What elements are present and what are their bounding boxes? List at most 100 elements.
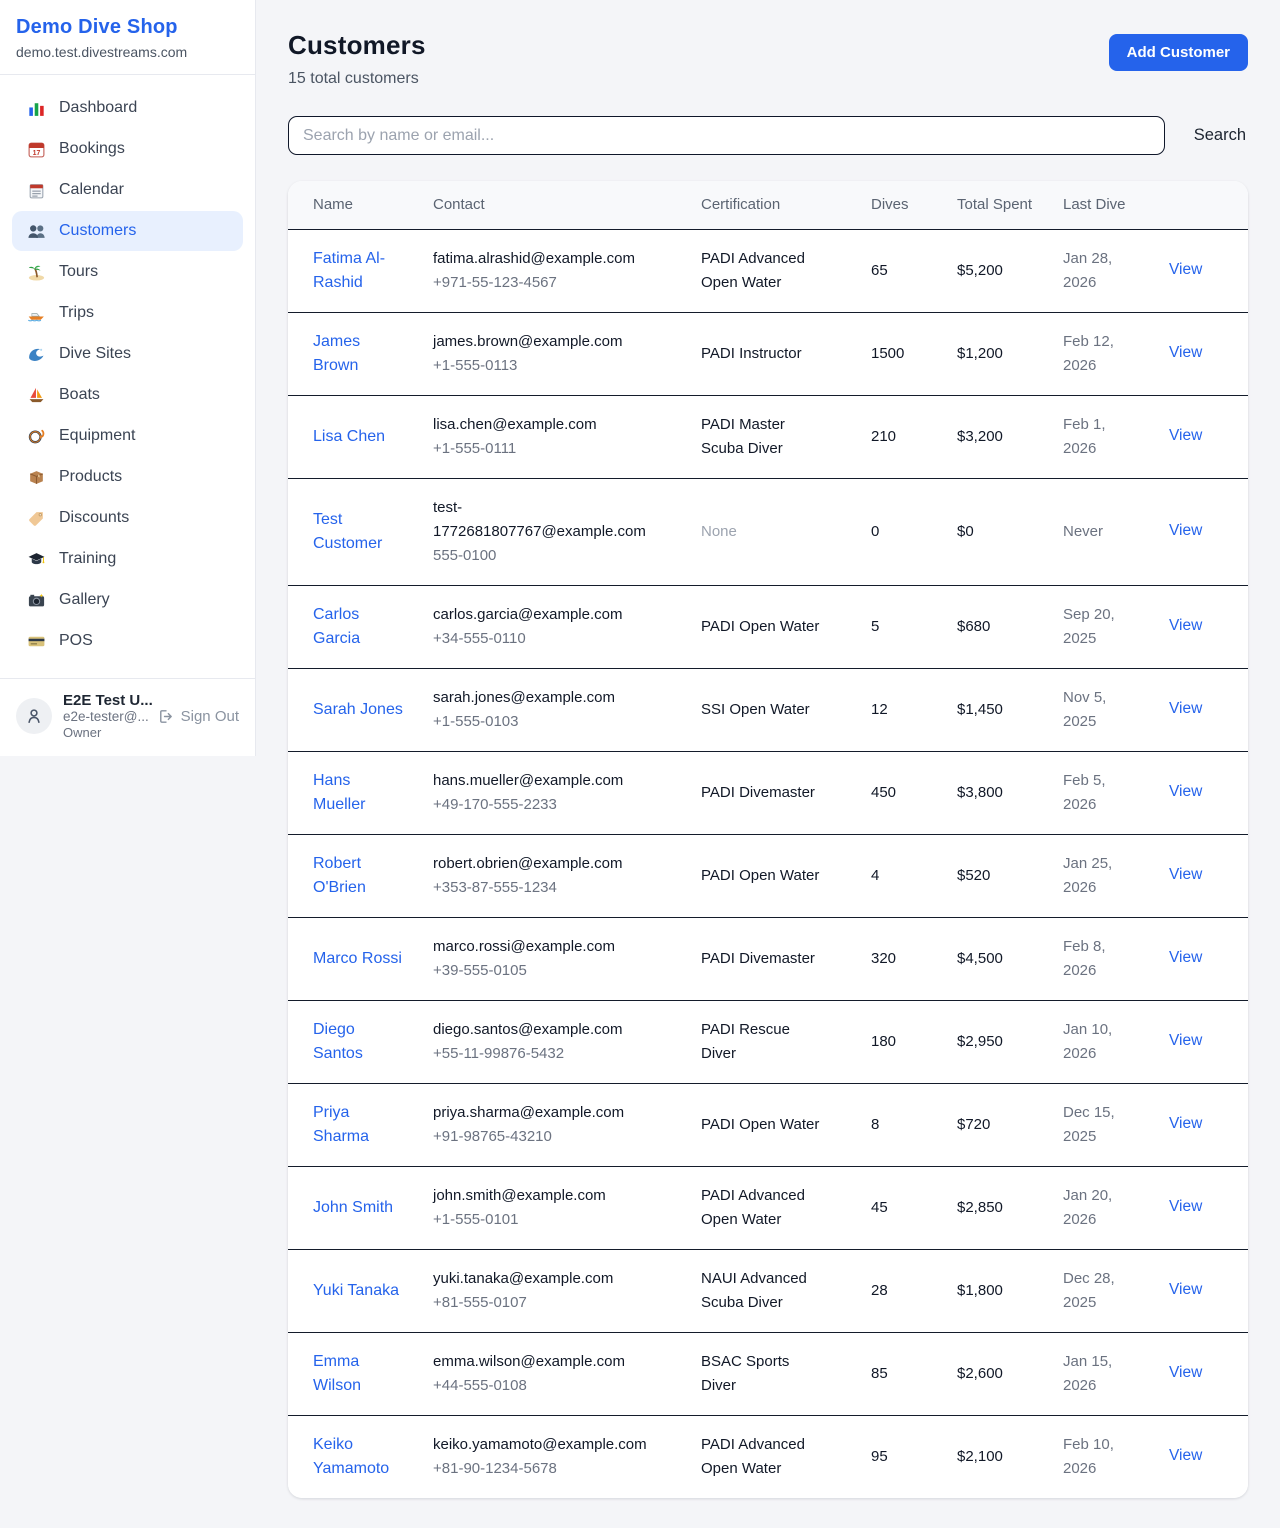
view-customer-link[interactable]: View bbox=[1169, 866, 1202, 883]
sidebar-item-label: Calendar bbox=[59, 181, 124, 199]
view-customer-link[interactable]: View bbox=[1169, 1032, 1202, 1049]
view-customer-link[interactable]: View bbox=[1169, 1198, 1202, 1215]
col-header-contact: Contact bbox=[433, 181, 701, 229]
customer-name-link[interactable]: Priya Sharma bbox=[313, 1101, 403, 1149]
customer-last-dive: Feb 10, 2026 bbox=[1063, 1415, 1169, 1498]
sidebar-item-discounts[interactable]: Discounts bbox=[12, 498, 243, 538]
customer-name-link[interactable]: Marco Rossi bbox=[313, 947, 402, 971]
view-customer-link[interactable]: View bbox=[1169, 617, 1202, 634]
view-customer-link[interactable]: View bbox=[1169, 261, 1202, 278]
sidebar-item-label: Bookings bbox=[59, 140, 125, 158]
sidebar-item-trips[interactable]: Trips bbox=[12, 293, 243, 333]
customer-dives: 0 bbox=[871, 478, 957, 585]
diving-mask-icon bbox=[26, 426, 46, 446]
customer-name-link[interactable]: Emma Wilson bbox=[313, 1350, 403, 1398]
customer-name-link[interactable]: Fatima Al-Rashid bbox=[313, 247, 403, 295]
customer-phone: +1-555-0101 bbox=[433, 1208, 646, 1232]
avatar bbox=[16, 698, 52, 734]
view-customer-link[interactable]: View bbox=[1169, 427, 1202, 444]
customer-dives: 320 bbox=[871, 917, 957, 1000]
customer-dives: 450 bbox=[871, 751, 957, 834]
col-header-actions bbox=[1169, 181, 1248, 229]
customer-name-link[interactable]: Lisa Chen bbox=[313, 425, 385, 449]
person-icon bbox=[24, 706, 44, 726]
brand-block: Demo Dive Shop demo.test.divestreams.com bbox=[0, 0, 255, 75]
customer-name-link[interactable]: Robert O'Brien bbox=[313, 852, 403, 900]
customer-dives: 5 bbox=[871, 585, 957, 668]
view-customer-link[interactable]: View bbox=[1169, 1115, 1202, 1132]
table-row: Fatima Al-Rashidfatima.alrashid@example.… bbox=[288, 229, 1248, 312]
view-customer-link[interactable]: View bbox=[1169, 783, 1202, 800]
customer-total-spent: $1,200 bbox=[957, 312, 1063, 395]
sidebar-item-tours[interactable]: Tours bbox=[12, 252, 243, 292]
view-customer-link[interactable]: View bbox=[1169, 949, 1202, 966]
sidebar-item-products[interactable]: Products bbox=[12, 457, 243, 497]
customer-certification: PADI Instructor bbox=[701, 312, 871, 395]
customer-last-dive: Dec 15, 2025 bbox=[1063, 1083, 1169, 1166]
sidebar-item-label: Equipment bbox=[59, 427, 136, 445]
sidebar-item-customers[interactable]: Customers bbox=[12, 211, 243, 251]
customer-name-link[interactable]: Test Customer bbox=[313, 508, 403, 556]
sidebar-item-calendar[interactable]: Calendar bbox=[12, 170, 243, 210]
customer-last-dive: Nov 5, 2025 bbox=[1063, 668, 1169, 751]
customer-name-link[interactable]: Sarah Jones bbox=[313, 698, 403, 722]
customer-total-spent: $2,850 bbox=[957, 1166, 1063, 1249]
customer-certification: PADI Advanced Open Water bbox=[701, 1166, 871, 1249]
view-customer-link[interactable]: View bbox=[1169, 1364, 1202, 1381]
credit-card-icon bbox=[26, 631, 46, 651]
sidebar-item-dive-sites[interactable]: Dive Sites bbox=[12, 334, 243, 374]
customer-certification: PADI Rescue Diver bbox=[701, 1000, 871, 1083]
customer-last-dive: Feb 8, 2026 bbox=[1063, 917, 1169, 1000]
page-header: Customers 15 total customers Add Custome… bbox=[288, 30, 1248, 88]
sidebar: Demo Dive Shop demo.test.divestreams.com… bbox=[0, 0, 256, 756]
search-button[interactable]: Search bbox=[1192, 122, 1248, 149]
main-content: Customers 15 total customers Add Custome… bbox=[257, 0, 1280, 1528]
table-row: Marco Rossi marco.rossi@example.com+39-55… bbox=[288, 917, 1248, 1000]
customer-name-link[interactable]: John Smith bbox=[313, 1196, 393, 1220]
customer-phone: +34-555-0110 bbox=[433, 627, 646, 651]
sidebar-item-training[interactable]: Training bbox=[12, 539, 243, 579]
user-name: E2E Test U... bbox=[63, 692, 146, 709]
sign-out-button[interactable]: Sign Out bbox=[157, 708, 239, 725]
sidebar-item-bookings[interactable]: 17Bookings bbox=[12, 129, 243, 169]
customer-name-link[interactable]: James Brown bbox=[313, 330, 403, 378]
sidebar-item-equipment[interactable]: Equipment bbox=[12, 416, 243, 456]
customer-total-spent: $2,100 bbox=[957, 1415, 1063, 1498]
customer-last-dive: Feb 12, 2026 bbox=[1063, 312, 1169, 395]
total-customers-count: 15 total customers bbox=[288, 70, 426, 88]
view-customer-link[interactable]: View bbox=[1169, 1447, 1202, 1464]
customer-name-link[interactable]: Keiko Yamamoto bbox=[313, 1433, 403, 1481]
view-customer-link[interactable]: View bbox=[1169, 344, 1202, 361]
customer-certification: NAUI Advanced Scuba Diver bbox=[701, 1249, 871, 1332]
sidebar-item-boats[interactable]: Boats bbox=[12, 375, 243, 415]
view-customer-link[interactable]: View bbox=[1169, 700, 1202, 717]
customer-name-link[interactable]: Hans Mueller bbox=[313, 769, 403, 817]
table-row: Diego Santosdiego.santos@example.com+55-… bbox=[288, 1000, 1248, 1083]
view-customer-link[interactable]: View bbox=[1169, 1281, 1202, 1298]
sidebar-item-pos[interactable]: POS bbox=[12, 621, 243, 661]
customer-name-link[interactable]: Carlos Garcia bbox=[313, 603, 403, 651]
col-header-name: Name bbox=[288, 181, 433, 229]
customer-total-spent: $2,950 bbox=[957, 1000, 1063, 1083]
customer-name-link[interactable]: Yuki Tanaka bbox=[313, 1279, 399, 1303]
user-email: e2e-tester@... bbox=[63, 709, 146, 724]
customer-certification: PADI Advanced Open Water bbox=[701, 1415, 871, 1498]
customer-dives: 210 bbox=[871, 395, 957, 478]
sidebar-item-label: POS bbox=[59, 632, 93, 650]
view-customer-link[interactable]: View bbox=[1169, 522, 1202, 539]
search-input[interactable] bbox=[288, 116, 1165, 155]
customer-total-spent: $1,450 bbox=[957, 668, 1063, 751]
calendar-pad-icon bbox=[26, 180, 46, 200]
add-customer-button[interactable]: Add Customer bbox=[1109, 34, 1248, 71]
logout-icon bbox=[157, 708, 174, 725]
sidebar-item-gallery[interactable]: Gallery bbox=[12, 580, 243, 620]
customer-email: marco.rossi@example.com bbox=[433, 935, 646, 959]
sidebar-item-dashboard[interactable]: Dashboard bbox=[12, 88, 243, 128]
customer-dives: 4 bbox=[871, 834, 957, 917]
sidebar-item-label: Dive Sites bbox=[59, 345, 131, 363]
customer-name-link[interactable]: Diego Santos bbox=[313, 1018, 403, 1066]
sidebar-item-label: Gallery bbox=[59, 591, 110, 609]
sailboat-icon bbox=[26, 385, 46, 405]
customer-phone: +55-11-99876-5432 bbox=[433, 1042, 646, 1066]
customer-phone: +39-555-0105 bbox=[433, 959, 646, 983]
